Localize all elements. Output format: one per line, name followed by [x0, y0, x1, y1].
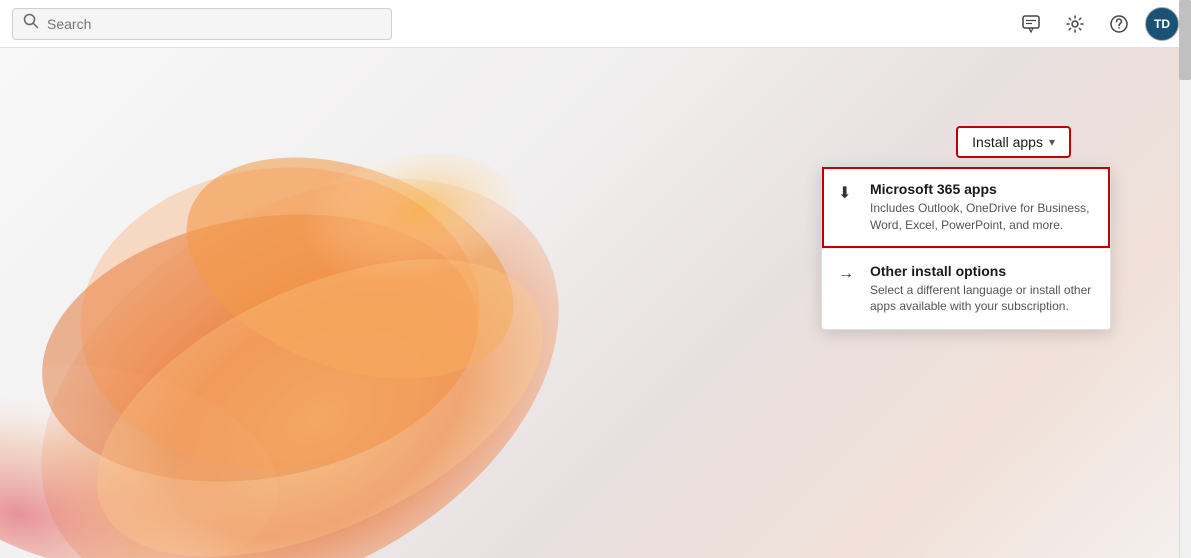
- m365-apps-title: Microsoft 365 apps: [870, 181, 1094, 197]
- other-install-title: Other install options: [870, 263, 1094, 279]
- feedback-button[interactable]: [1013, 6, 1049, 42]
- m365-apps-text: Microsoft 365 apps Includes Outlook, One…: [870, 181, 1094, 234]
- topbar-icons: TD: [1013, 6, 1179, 42]
- settings-icon: [1065, 14, 1085, 34]
- chevron-down-icon: ▾: [1049, 135, 1055, 149]
- download-icon: ⬇: [838, 181, 858, 203]
- feedback-icon: [1021, 14, 1041, 34]
- install-dropdown: ⬇ Microsoft 365 apps Includes Outlook, O…: [821, 166, 1111, 330]
- arrow-right-icon: →: [838, 263, 858, 283]
- install-apps-label: Install apps: [972, 134, 1043, 150]
- install-apps-button[interactable]: Install apps ▾: [956, 126, 1071, 158]
- other-install-desc: Select a different language or install o…: [870, 282, 1094, 316]
- search-icon: [23, 13, 39, 34]
- search-box[interactable]: [12, 8, 392, 40]
- other-install-text: Other install options Select a different…: [870, 263, 1094, 316]
- search-input[interactable]: [47, 16, 381, 32]
- help-button[interactable]: [1101, 6, 1137, 42]
- settings-button[interactable]: [1057, 6, 1093, 42]
- topbar: TD: [0, 0, 1191, 48]
- avatar[interactable]: TD: [1145, 7, 1179, 41]
- m365-apps-item[interactable]: ⬇ Microsoft 365 apps Includes Outlook, O…: [822, 167, 1110, 248]
- main-content: Install apps ▾ ⬇ Microsoft 365 apps Incl…: [0, 48, 1191, 558]
- decorative-svg: [0, 48, 750, 558]
- scrollbar[interactable]: [1179, 0, 1191, 558]
- m365-apps-desc: Includes Outlook, OneDrive for Business,…: [870, 200, 1094, 234]
- scrollbar-thumb[interactable]: [1179, 0, 1191, 80]
- other-install-item[interactable]: → Other install options Select a differe…: [822, 248, 1110, 330]
- help-icon: [1109, 14, 1129, 34]
